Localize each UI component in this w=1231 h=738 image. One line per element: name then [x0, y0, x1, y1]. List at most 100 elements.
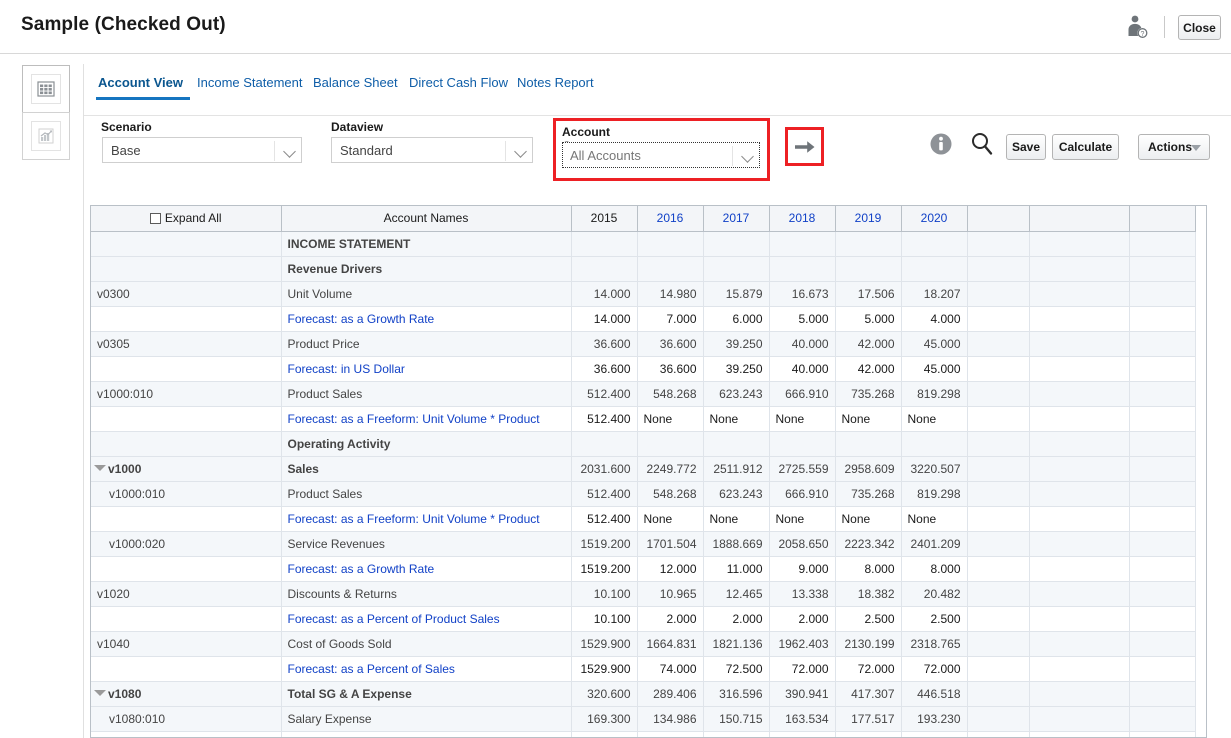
data-cell-2020[interactable]: 18.207	[901, 281, 967, 306]
data-cell-2016[interactable]	[637, 256, 703, 281]
table-row[interactable]: v1000:020Service Revenues1519.2001701.50…	[91, 531, 1195, 556]
data-cell-2016[interactable]: 134.986	[637, 706, 703, 731]
spacer-cell[interactable]	[967, 306, 1029, 331]
data-cell-2018[interactable]: 2725.559	[769, 456, 835, 481]
spacer-cell[interactable]	[1029, 556, 1129, 581]
close-button[interactable]: Close	[1178, 15, 1221, 40]
table-row[interactable]: Forecast: in US Dollar36.60036.60039.250…	[91, 356, 1195, 381]
data-cell-2015[interactable]	[571, 431, 637, 456]
row-name-cell[interactable]: Forecast: as a Percent of Product Sales	[281, 606, 571, 631]
spacer-cell[interactable]	[1129, 656, 1195, 681]
data-cell-2018[interactable]: 72.000	[769, 656, 835, 681]
spacer-cell[interactable]	[967, 581, 1029, 606]
data-cell-2015[interactable]: 512.400	[571, 481, 637, 506]
data-cell-2015[interactable]: 14.000	[571, 281, 637, 306]
spacer-cell[interactable]	[967, 431, 1029, 456]
go-button[interactable]	[789, 131, 820, 162]
save-button[interactable]: Save	[1006, 134, 1046, 160]
data-cell-2015[interactable]: 14.000	[571, 306, 637, 331]
data-cell-2019[interactable]	[835, 256, 901, 281]
data-cell-2017[interactable]: 2.000	[703, 606, 769, 631]
data-cell-2016[interactable]: None	[637, 506, 703, 531]
data-cell-2020[interactable]: 193.230	[901, 706, 967, 731]
table-row[interactable]: v1020Discounts & Returns10.10010.96512.4…	[91, 581, 1195, 606]
data-cell-2015[interactable]: 320.600	[571, 681, 637, 706]
data-cell-2015[interactable]: 36.600	[571, 331, 637, 356]
data-cell-2020[interactable]: None	[901, 506, 967, 531]
spacer-cell[interactable]	[967, 481, 1029, 506]
spacer-cell[interactable]	[967, 406, 1029, 431]
data-cell-2015[interactable]: 512.400	[571, 506, 637, 531]
spacer-cell[interactable]	[967, 456, 1029, 481]
spacer-cell[interactable]	[967, 356, 1029, 381]
spacer-cell[interactable]	[1029, 731, 1129, 738]
table-row[interactable]: Forecast: as a Growth Rate1519.20012.000…	[91, 556, 1195, 581]
data-cell-2017[interactable]: 39.250	[703, 356, 769, 381]
data-cell-2018[interactable]	[769, 731, 835, 738]
spacer-cell[interactable]	[967, 231, 1029, 256]
data-cell-2019[interactable]: 2130.199	[835, 631, 901, 656]
data-cell-2020[interactable]: 446.518	[901, 681, 967, 706]
row-name-cell[interactable]: Product Sales	[281, 481, 571, 506]
data-cell-2017[interactable]: 12.465	[703, 581, 769, 606]
data-cell-2018[interactable]: 40.000	[769, 356, 835, 381]
data-cell-2019[interactable]	[835, 231, 901, 256]
data-cell-2019[interactable]: 417.307	[835, 681, 901, 706]
data-cell-2016[interactable]: 2.000	[637, 606, 703, 631]
data-cell-2018[interactable]: 1962.403	[769, 631, 835, 656]
data-cell-2017[interactable]: 1821.136	[703, 631, 769, 656]
row-name-cell[interactable]	[281, 731, 571, 738]
data-cell-2017[interactable]	[703, 231, 769, 256]
data-cell-2015[interactable]: 2031.600	[571, 456, 637, 481]
spacer-cell[interactable]	[967, 556, 1029, 581]
spacer-cell[interactable]	[1029, 231, 1129, 256]
data-cell-2018[interactable]: 666.910	[769, 381, 835, 406]
tab-income-statement[interactable]: Income Statement	[197, 75, 303, 90]
data-cell-2017[interactable]: None	[703, 506, 769, 531]
data-cell-2015[interactable]: 1529.900	[571, 656, 637, 681]
data-cell-2019[interactable]	[835, 431, 901, 456]
data-cell-2019[interactable]: 2.500	[835, 606, 901, 631]
spacer-cell[interactable]	[1029, 331, 1129, 356]
data-cell-2016[interactable]: 548.268	[637, 481, 703, 506]
data-cell-2016[interactable]	[637, 431, 703, 456]
data-cell-2020[interactable]: 72.000	[901, 656, 967, 681]
row-name-cell[interactable]: Product Sales	[281, 381, 571, 406]
spacer-cell[interactable]	[1129, 581, 1195, 606]
data-cell-2019[interactable]: 8.000	[835, 556, 901, 581]
spacer-cell[interactable]	[1029, 681, 1129, 706]
data-cell-2017[interactable]: 623.243	[703, 381, 769, 406]
table-row[interactable]: Forecast: as a Freeform: Unit Volume * P…	[91, 506, 1195, 531]
data-cell-2019[interactable]: 735.268	[835, 381, 901, 406]
data-cell-2017[interactable]	[703, 256, 769, 281]
data-cell-2020[interactable]: 2401.209	[901, 531, 967, 556]
spacer-cell[interactable]	[1129, 631, 1195, 656]
data-cell-2018[interactable]: None	[769, 506, 835, 531]
data-cell-2019[interactable]: 735.268	[835, 481, 901, 506]
data-cell-2020[interactable]	[901, 431, 967, 456]
spacer-cell[interactable]	[1029, 706, 1129, 731]
data-cell-2020[interactable]: 819.298	[901, 381, 967, 406]
account-grid[interactable]: Expand All Account Names 2015 2016 2017 …	[90, 205, 1207, 738]
year-header-2019[interactable]: 2019	[835, 206, 901, 231]
data-cell-2019[interactable]: 72.000	[835, 656, 901, 681]
year-header-2018[interactable]: 2018	[769, 206, 835, 231]
spacer-cell[interactable]	[1029, 356, 1129, 381]
data-cell-2016[interactable]	[637, 731, 703, 738]
spacer-cell[interactable]	[967, 731, 1029, 738]
grid-view-button[interactable]	[22, 65, 70, 113]
info-button[interactable]	[929, 132, 953, 159]
spacer-cell[interactable]	[967, 681, 1029, 706]
row-name-cell[interactable]: INCOME STATEMENT	[281, 231, 571, 256]
spacer-cell[interactable]	[1029, 381, 1129, 406]
data-cell-2019[interactable]	[835, 731, 901, 738]
spacer-cell[interactable]	[1029, 481, 1129, 506]
row-name-cell[interactable]: Total SG & A Expense	[281, 681, 571, 706]
data-cell-2020[interactable]: 8.000	[901, 556, 967, 581]
data-cell-2018[interactable]: 390.941	[769, 681, 835, 706]
data-cell-2018[interactable]: 163.534	[769, 706, 835, 731]
data-cell-2017[interactable]: 72.500	[703, 656, 769, 681]
spacer-cell[interactable]	[1129, 706, 1195, 731]
table-row[interactable]: Operating Activity	[91, 431, 1195, 456]
data-cell-2018[interactable]: 2.000	[769, 606, 835, 631]
